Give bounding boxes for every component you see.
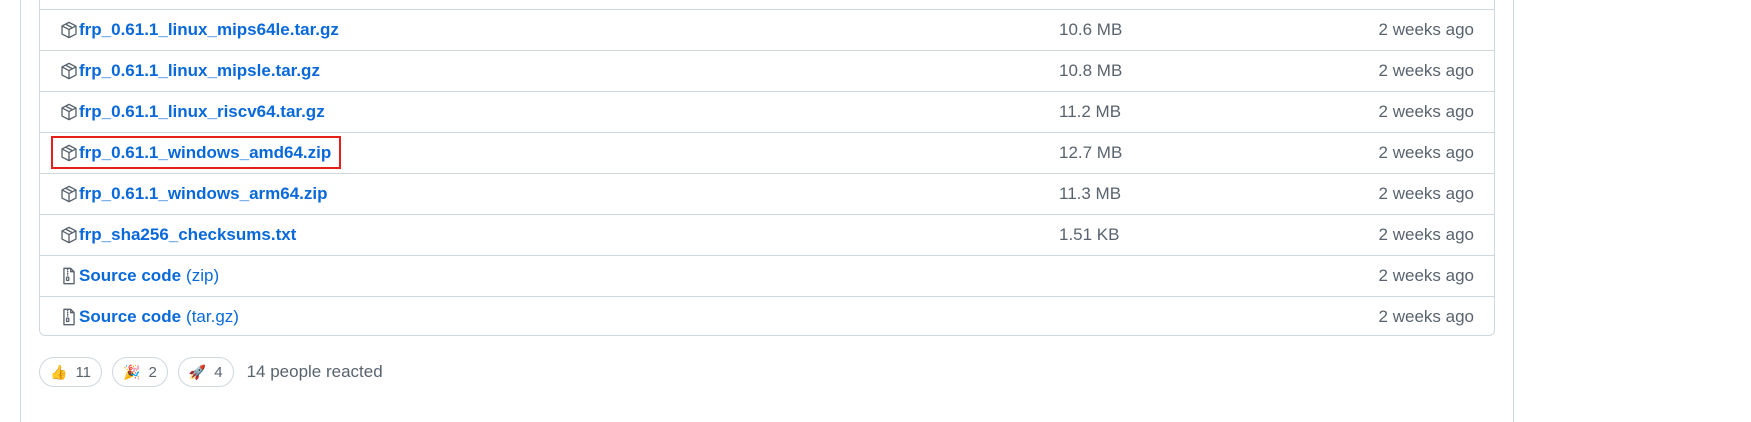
reaction-count: 11	[75, 363, 92, 381]
asset-name-cell: frp_0.61.1_linux_riscv64.tar.gz	[60, 102, 325, 122]
asset-filename: frp_0.61.1_windows_amd64.zip	[79, 143, 332, 162]
asset-size: 11.3 MB	[1059, 184, 1122, 203]
page: frp_0.61.1_linux_mips64le.tar.gz 10.6 MB 2…	[0, 0, 1751, 422]
package-icon	[60, 144, 78, 162]
asset-name-cell: Source code (tar.gz)	[60, 307, 239, 327]
asset-download-link[interactable]: Source code (tar.gz)	[79, 307, 239, 327]
asset-filename: Source code	[79, 266, 182, 285]
asset-date: 2 weeks ago	[1378, 102, 1474, 121]
asset-row: frp_0.61.1_linux_mips64le.tar.gz 10.6 MB 2…	[40, 9, 1494, 50]
asset-name-cell: frp_0.61.1_linux_mips64le.tar.gz	[60, 20, 339, 40]
package-icon	[60, 21, 78, 39]
reaction-button[interactable]: 🚀 4	[177, 357, 234, 387]
asset-download-link[interactable]: frp_0.61.1_linux_riscv64.tar.gz	[79, 102, 325, 122]
asset-date: 2 weeks ago	[1378, 266, 1474, 285]
asset-filename: frp_0.61.1_windows_arm64.zip	[79, 184, 328, 203]
rocket-icon: 🚀	[188, 363, 207, 380]
asset-row: Source code (zip) 2 weeks ago	[40, 255, 1494, 296]
asset-date: 2 weeks ago	[1378, 20, 1474, 39]
package-icon	[60, 103, 78, 121]
package-icon	[60, 62, 78, 80]
asset-date: 2 weeks ago	[1378, 143, 1474, 162]
asset-date: 2 weeks ago	[1378, 307, 1474, 326]
asset-download-link[interactable]: frp_sha256_checksums.txt	[79, 225, 296, 245]
asset-size: 10.6 MB	[1059, 20, 1123, 39]
asset-download-link[interactable]: frp_0.61.1_linux_mips64le.tar.gz	[79, 20, 339, 40]
asset-size: 12.7 MB	[1059, 143, 1123, 162]
reaction-button[interactable]: 👍 11	[39, 357, 103, 387]
asset-name-cell: frp_0.61.1_windows_amd64.zip	[60, 143, 331, 163]
asset-row: frp_0.61.1_windows_amd64.zip 12.7 MB 2 wee…	[40, 132, 1494, 173]
asset-download-link[interactable]: Source code (zip)	[79, 266, 219, 286]
asset-filename: frp_sha256_checksums.txt	[79, 225, 297, 244]
asset-filename: frp_0.61.1_linux_mips64le.tar.gz	[79, 20, 339, 39]
asset-name-cell: Source code (zip)	[60, 266, 219, 286]
asset-date: 2 weeks ago	[1378, 184, 1474, 203]
asset-filename: frp_0.61.1_linux_riscv64.tar.gz	[79, 102, 325, 121]
asset-name-cell: frp_0.61.1_windows_arm64.zip	[60, 184, 328, 204]
file-zip-icon	[60, 308, 78, 326]
asset-row: frp_0.61.1_linux_riscv64.tar.gz 11.2 MB 2 …	[40, 91, 1494, 132]
asset-name-cell: frp_sha256_checksums.txt	[60, 225, 296, 245]
assets-list: frp_0.61.1_linux_mips64le.tar.gz 10.6 MB 2…	[39, 0, 1495, 336]
asset-download-link[interactable]: frp_0.61.1_windows_arm64.zip	[79, 184, 328, 204]
asset-date: 2 weeks ago	[1378, 61, 1474, 80]
package-icon	[60, 226, 78, 244]
thumbs-up-icon: 👍	[50, 363, 68, 380]
reaction-count: 4	[214, 363, 223, 381]
reaction-button[interactable]: 🎉 2	[112, 357, 168, 387]
asset-format: (tar.gz)	[186, 307, 239, 326]
tada-icon: 🎉	[123, 363, 141, 380]
reaction-count: 2	[148, 363, 157, 381]
asset-size: 11.2 MB	[1059, 102, 1122, 121]
asset-row: Source code (tar.gz) 2 weeks ago	[40, 296, 1494, 335]
asset-row: frp_0.61.1_windows_arm64.zip 11.3 MB 2 wee…	[40, 173, 1494, 214]
asset-row: frp_0.61.1_linux_mipsle.tar.gz 10.8 MB 2 w…	[40, 50, 1494, 91]
asset-row: frp_sha256_checksums.txt 1.51 KB 2 weeks a…	[40, 214, 1494, 255]
asset-download-link[interactable]: frp_0.61.1_windows_amd64.zip	[79, 143, 331, 163]
asset-filename: Source code	[79, 307, 182, 326]
asset-format: (zip)	[186, 266, 220, 285]
file-zip-icon	[60, 267, 78, 285]
package-icon	[60, 185, 78, 203]
reactions-bar: 👍 11 🎉 2 🚀 4 14 people reacted	[39, 357, 383, 387]
asset-size: 10.8 MB	[1059, 61, 1123, 80]
asset-download-link[interactable]: frp_0.61.1_linux_mipsle.tar.gz	[79, 61, 320, 81]
asset-filename: frp_0.61.1_linux_mipsle.tar.gz	[79, 61, 320, 80]
asset-date: 2 weeks ago	[1378, 225, 1474, 244]
asset-name-cell: frp_0.61.1_linux_mipsle.tar.gz	[60, 61, 320, 81]
reaction-summary: 14 people reacted	[246, 362, 383, 381]
asset-size: 1.51 KB	[1059, 225, 1120, 244]
